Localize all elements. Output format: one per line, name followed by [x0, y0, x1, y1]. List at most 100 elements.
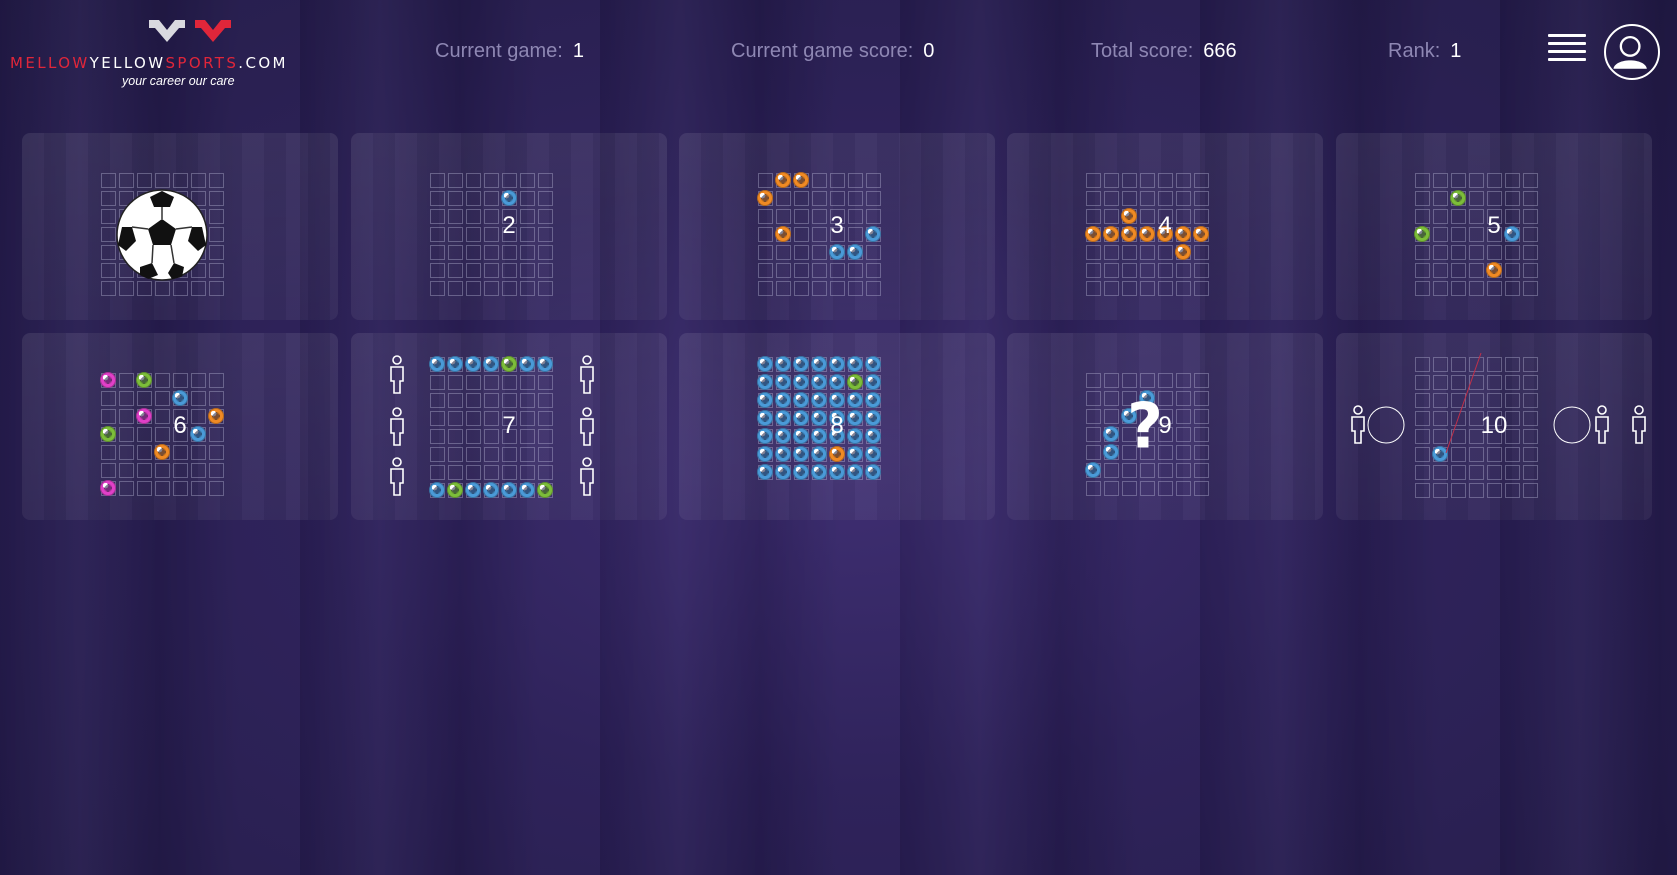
board-cell	[1158, 191, 1173, 206]
board-cell	[173, 463, 188, 478]
ball-icon	[793, 356, 809, 372]
board-cell	[1176, 391, 1191, 406]
level-card-4[interactable]: 4	[1007, 133, 1323, 320]
board-cell	[1451, 209, 1466, 224]
board-cell	[794, 227, 809, 242]
ball-icon	[100, 372, 116, 388]
board-cell	[538, 375, 553, 390]
ball-icon	[865, 446, 881, 462]
board-cell	[1194, 409, 1209, 424]
board-cell	[1104, 409, 1119, 424]
board-cell	[484, 447, 499, 462]
board-cell	[430, 245, 445, 260]
ball-icon	[1486, 262, 1502, 278]
board-cell	[812, 227, 827, 242]
board-cell	[520, 227, 535, 242]
board-cell	[1415, 209, 1430, 224]
level-card-6[interactable]: 6	[22, 333, 338, 520]
board-cell	[1086, 481, 1101, 496]
board-cell	[830, 173, 845, 188]
board-cell	[1415, 263, 1430, 278]
board-cell	[848, 173, 863, 188]
level-card-10[interactable]: 10	[1336, 333, 1652, 520]
board-cell	[191, 481, 206, 496]
board-cell	[209, 209, 224, 224]
board-cell	[1158, 263, 1173, 278]
board-cell	[538, 245, 553, 260]
top-bar: MELLOWYELLOWSPORTS.COM your career our c…	[0, 0, 1677, 105]
board-cell	[466, 447, 481, 462]
board-cell	[1176, 209, 1191, 224]
board-cell	[848, 227, 863, 242]
board-cell	[1487, 245, 1502, 260]
ball-icon	[775, 464, 791, 480]
logo[interactable]: MELLOWYELLOWSPORTS.COM your career our c…	[10, 14, 370, 90]
board-cell	[1176, 281, 1191, 296]
board-cell	[538, 411, 553, 426]
board-cell	[1487, 173, 1502, 188]
board-cell	[448, 245, 463, 260]
ball-icon	[811, 428, 827, 444]
board-cell	[1523, 245, 1538, 260]
board-cell	[538, 393, 553, 408]
ball-icon	[865, 464, 881, 480]
board-cell	[155, 463, 170, 478]
board-cell	[1451, 263, 1466, 278]
board-cell	[484, 281, 499, 296]
level-card-7[interactable]: 7	[351, 333, 667, 520]
level-card-5[interactable]: 5	[1336, 133, 1652, 320]
level-number: 8	[830, 412, 844, 439]
rank-stat: Rank: 1	[1388, 40, 1462, 62]
board-cell	[758, 227, 773, 242]
ball-icon	[136, 372, 152, 388]
board-cell	[191, 409, 206, 424]
board-cell	[520, 447, 535, 462]
board-cell	[430, 209, 445, 224]
ball-icon	[190, 426, 206, 442]
board-cell	[502, 263, 517, 278]
ball-icon	[865, 410, 881, 426]
board-cell	[119, 427, 134, 442]
board-cell	[119, 463, 134, 478]
level-card-1[interactable]	[22, 133, 338, 320]
board-cell	[1523, 263, 1538, 278]
ball-icon	[847, 464, 863, 480]
ball-icon	[483, 356, 499, 372]
board-cell	[502, 375, 517, 390]
board-cell	[1176, 191, 1191, 206]
board-cell	[538, 191, 553, 206]
board-cell	[1176, 373, 1191, 388]
board-cell	[848, 209, 863, 224]
board-cell	[520, 209, 535, 224]
level-card-8[interactable]: 8	[679, 333, 995, 520]
board-cell	[1140, 481, 1155, 496]
ball-icon	[775, 226, 791, 242]
ball-icon	[1450, 190, 1466, 206]
ball-icon	[501, 356, 517, 372]
board-cell	[191, 445, 206, 460]
player-icon	[390, 355, 404, 394]
board-cell	[1194, 173, 1209, 188]
ball-icon	[793, 172, 809, 188]
level-card-9[interactable]: 9?	[1007, 333, 1323, 520]
board-cell	[1086, 191, 1101, 206]
board-cell	[758, 263, 773, 278]
board-cell	[538, 227, 553, 242]
level-card-2[interactable]: 2	[351, 133, 667, 320]
board-cell	[119, 173, 134, 188]
board-cell	[1523, 209, 1538, 224]
board-cell	[520, 465, 535, 480]
board-cell	[101, 409, 116, 424]
level-number: 3	[830, 212, 844, 239]
level-card-3[interactable]: 3	[679, 133, 995, 320]
ball-icon	[793, 410, 809, 426]
board-cell	[466, 227, 481, 242]
user-profile-icon[interactable]	[1604, 24, 1660, 80]
board-cell	[1194, 281, 1209, 296]
hamburger-menu-icon[interactable]	[1548, 34, 1586, 68]
board-cell	[101, 263, 116, 278]
board-cell	[520, 173, 535, 188]
board-cell	[137, 427, 152, 442]
ball-icon	[775, 446, 791, 462]
board-cell	[448, 465, 463, 480]
